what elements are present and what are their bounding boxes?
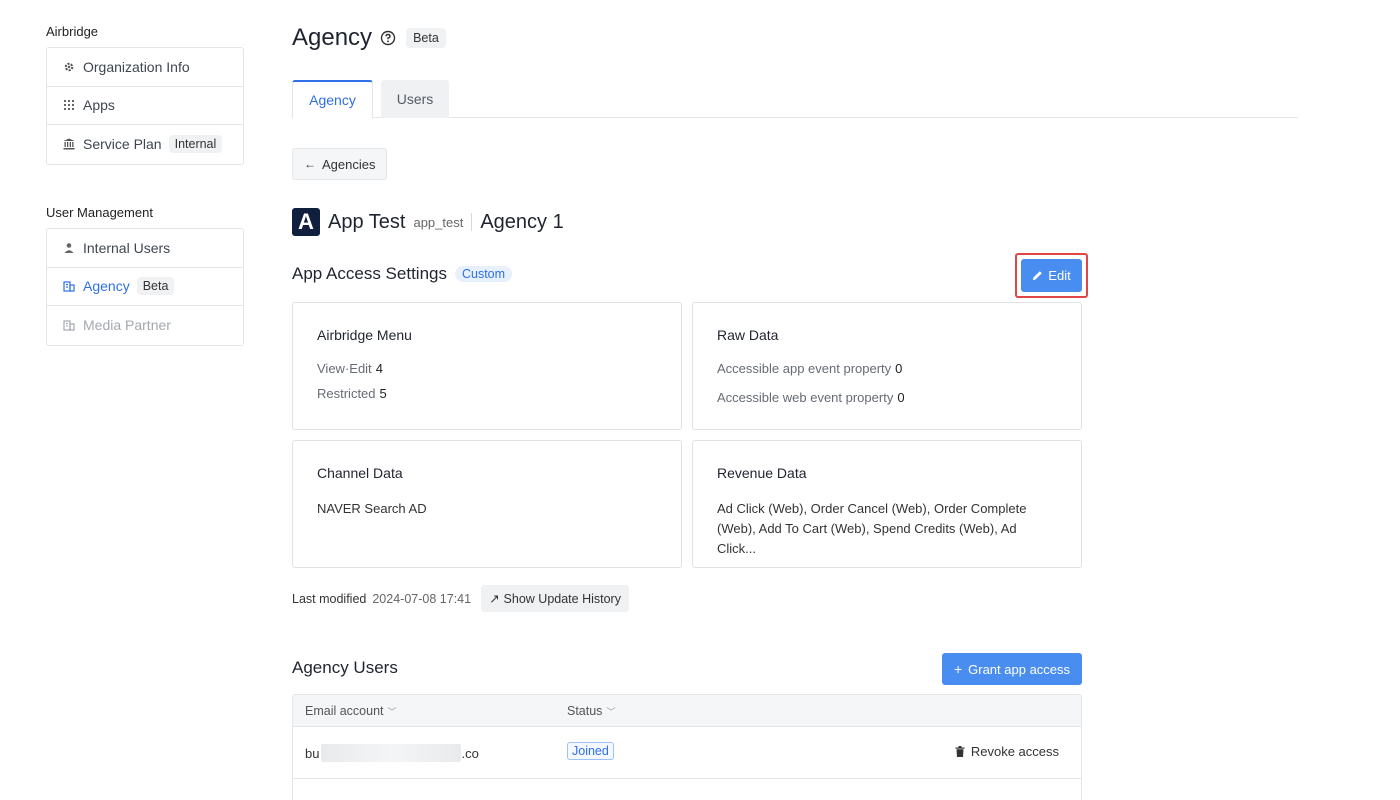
chevron-down-icon: ﹀: [387, 707, 397, 717]
app-event-property-row: Accessible app event property 0: [717, 361, 1057, 376]
web-event-property-label: Accessible web event property: [717, 390, 894, 405]
gear-icon: [63, 61, 75, 73]
table-header: Email account ﹀ Status ﹀: [293, 695, 1081, 727]
grid-icon: [63, 99, 75, 111]
divider: [471, 213, 473, 231]
history-button-label: Show Update History: [503, 591, 621, 606]
email-prefix: bu: [305, 745, 320, 761]
revenue-data-card: Revenue Data Ad Click (Web), Order Cance…: [692, 440, 1082, 568]
email-suffix: .co: [461, 745, 479, 761]
plus-icon: +: [953, 661, 963, 677]
page-title-text: Agency: [292, 24, 373, 51]
grant-app-access-button[interactable]: + Grant app access: [942, 653, 1082, 685]
redacted-email: [321, 744, 462, 762]
sidebar-item-label: Apps: [83, 97, 115, 114]
sidebar-section-airbridge: Airbridge: [46, 24, 99, 39]
sidebar-item-agency[interactable]: Agency Beta: [47, 268, 243, 306]
revoke-access-button[interactable]: Revoke access: [955, 744, 1059, 759]
revoke-label: Revoke access: [970, 744, 1059, 759]
custom-badge: Custom: [454, 266, 513, 282]
last-modified-label: Last modified: [292, 591, 367, 606]
app-id: app_test: [413, 214, 464, 230]
table-row: bu .co Joined Revoke access: [293, 727, 1081, 779]
card-title: Revenue Data: [717, 465, 807, 481]
column-header-status[interactable]: Status ﹀: [567, 704, 615, 718]
sidebar-item-label: Media Partner: [83, 317, 171, 334]
airbridge-menu-card: Airbridge Menu View·Edit 4 Restricted 5: [292, 302, 682, 430]
person-icon: [63, 242, 75, 254]
sidebar-item-service-plan[interactable]: Service Plan Internal: [47, 125, 243, 164]
status-badge: Joined: [567, 742, 614, 760]
sidebar-section-user-management: User Management: [46, 205, 153, 220]
arrow-left-icon: ←: [304, 157, 316, 171]
last-modified: Last modified 2024-07-08 17:41 ↗ Show Up…: [292, 585, 629, 612]
restricted-row: Restricted 5: [317, 386, 657, 401]
tab-users[interactable]: Users: [381, 80, 449, 118]
app-header: A App Test app_test Agency 1: [292, 208, 564, 236]
external-arrow-icon: ↗: [489, 592, 500, 606]
bank-icon: [63, 138, 75, 150]
tab-bar: Agency Users: [292, 80, 1298, 119]
building-icon: [63, 319, 75, 331]
agency-name: Agency 1: [480, 210, 564, 233]
edit-button-label: Edit: [1048, 268, 1071, 283]
sidebar-group-airbridge: Organization Info Apps Service Plan Inte…: [46, 47, 244, 165]
sidebar-item-organization-info[interactable]: Organization Info: [47, 48, 243, 87]
app-logo: A: [292, 208, 320, 236]
edit-button[interactable]: Edit: [1021, 259, 1082, 292]
help-icon[interactable]: [380, 30, 396, 46]
trash-icon: [955, 746, 965, 757]
card-title: Airbridge Menu: [317, 327, 412, 343]
last-modified-date: 2024-07-08 17:41: [372, 591, 472, 606]
building-icon: [63, 280, 75, 292]
section-title-text: App Access Settings: [292, 264, 447, 283]
back-button-label: Agencies: [322, 156, 376, 172]
revenue-data-text: Ad Click (Web), Order Cancel (Web), Orde…: [717, 501, 1027, 556]
show-update-history-button[interactable]: ↗ Show Update History: [481, 585, 629, 612]
sidebar-item-media-partner[interactable]: Media Partner: [47, 306, 243, 345]
chevron-down-icon: ﹀: [606, 707, 616, 717]
channel-data-card: Channel Data NAVER Search AD: [292, 440, 682, 568]
agency-users-title: Agency Users: [292, 658, 398, 677]
app-event-property-value: 0: [895, 361, 903, 376]
tab-agency[interactable]: Agency: [292, 80, 373, 119]
sidebar-group-user-management: Internal Users Agency Beta Media Partner: [46, 228, 244, 346]
restricted-value: 5: [379, 386, 387, 401]
restricted-label: Restricted: [317, 386, 376, 401]
beta-badge: Beta: [406, 28, 446, 48]
raw-data-card: Raw Data Accessible app event property 0 …: [692, 302, 1082, 430]
channel-data-text: NAVER Search AD: [317, 501, 427, 516]
sidebar-item-label: Organization Info: [83, 58, 190, 75]
card-title: Raw Data: [717, 327, 779, 343]
app-access-settings-title: App Access Settings Custom: [292, 264, 513, 284]
internal-badge: Internal: [168, 135, 223, 154]
sidebar-item-apps[interactable]: Apps: [47, 87, 243, 125]
page-title: Agency Beta: [292, 24, 446, 52]
view-edit-value: 4: [375, 361, 383, 376]
column-label: Email account: [305, 704, 384, 718]
web-event-property-row: Accessible web event property 0: [717, 390, 1057, 405]
view-edit-row: View·Edit 4: [317, 361, 657, 376]
sidebar-item-label: Agency: [83, 278, 130, 295]
column-label: Status: [567, 704, 603, 718]
grant-button-label: Grant app access: [968, 661, 1071, 677]
pencil-icon: [1033, 271, 1043, 281]
app-name: App Test: [328, 210, 406, 233]
sidebar-item-internal-users[interactable]: Internal Users: [47, 229, 243, 268]
column-header-email[interactable]: Email account ﹀: [305, 704, 397, 718]
web-event-property-value: 0: [897, 390, 905, 405]
app-event-property-label: Accessible app event property: [717, 361, 892, 376]
beta-badge: Beta: [136, 277, 175, 296]
email-cell: bu .co: [305, 744, 479, 762]
card-title: Channel Data: [317, 465, 403, 481]
agency-users-table: Email account ﹀ Status ﹀ bu .co Joined Rev…: [292, 694, 1082, 800]
back-to-agencies-button[interactable]: ← Agencies: [292, 148, 388, 180]
sidebar-item-label: Internal Users: [83, 239, 171, 256]
sidebar-item-label: Service Plan: [83, 136, 162, 153]
view-edit-label: View·Edit: [317, 361, 372, 376]
